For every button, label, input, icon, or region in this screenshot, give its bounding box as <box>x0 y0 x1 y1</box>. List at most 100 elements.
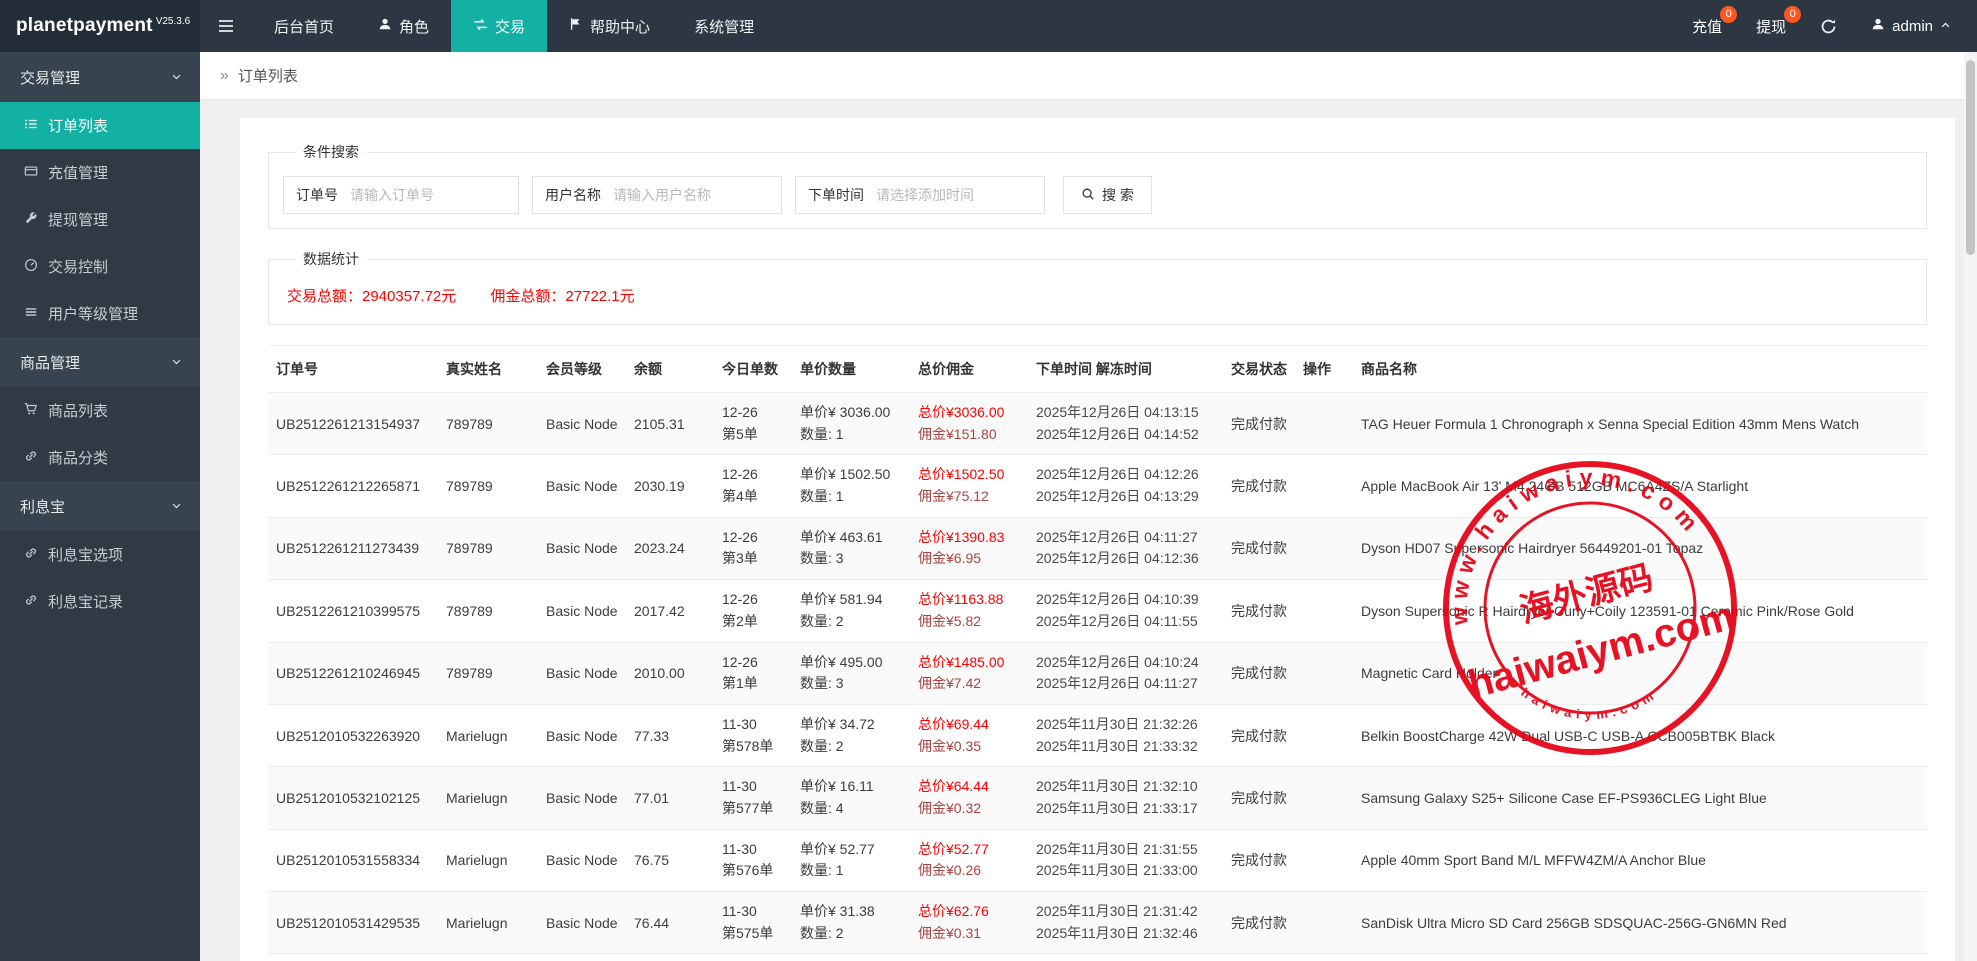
table-row: UB2512010531429535 Marielugn Basic Node … <box>268 892 1927 954</box>
user-name-label: 用户名称 <box>533 185 613 205</box>
cell-product-name: Apple 40mm Sport Band M/L MFFW4ZM/A Anch… <box>1353 829 1927 891</box>
exchange-icon <box>473 17 488 36</box>
cell-action <box>1295 455 1353 517</box>
sidebar-item-label: 充值管理 <box>48 162 108 183</box>
cell-price-qty: 单价¥ 31.38 数量: 2 <box>792 892 910 954</box>
sidebar-item-recharge-management[interactable]: 充值管理 <box>0 149 200 196</box>
cell-trade-status: 完成付款 <box>1223 954 1295 961</box>
cell-balance: 77.01 <box>626 767 714 829</box>
cell-product-name: Dyson Supersonic R Hairdryer Curly+Coily… <box>1353 580 1927 642</box>
total-amount-text: 交易总额：2940357.72元 <box>287 288 456 305</box>
list-icon <box>24 117 38 135</box>
nav-item-system-label: 系统管理 <box>694 16 754 37</box>
link-icon <box>24 449 38 467</box>
cell-price-qty: 单价¥ 463.61 数量: 3 <box>792 517 910 579</box>
chevron-down-icon <box>171 69 182 86</box>
sidebar-item-label: 提现管理 <box>48 209 108 230</box>
table-row: UB2512010531283398 Marielugn Basic Node … <box>268 954 1927 961</box>
person-icon <box>1871 17 1885 35</box>
sidebar-section-label: 利息宝 <box>20 496 65 517</box>
navbar-right: 充值 0 提现 0 admin <box>1692 0 1977 52</box>
cell-action <box>1295 829 1353 891</box>
cell-balance: 76.24 <box>626 954 714 961</box>
sidebar-item-interest-options[interactable]: 利息宝选项 <box>0 531 200 578</box>
table-row: UB2512261211273439 789789 Basic Node 202… <box>268 517 1927 579</box>
sidebar-item-label: 商品分类 <box>48 447 108 468</box>
cell-total-commission: 总价¥1502.50 佣金¥75.12 <box>910 455 1028 517</box>
sidebar-item-user-level-management[interactable]: 用户等级管理 <box>0 290 200 337</box>
admin-username: admin <box>1892 18 1933 35</box>
cell-trade-status: 完成付款 <box>1223 829 1295 891</box>
scrollbar-thumb[interactable] <box>1966 60 1975 255</box>
nav-item-system[interactable]: 系统管理 <box>672 0 776 52</box>
chevron-down-icon <box>171 354 182 371</box>
stats-legend: 数据统计 <box>295 249 367 269</box>
order-time-input[interactable] <box>876 187 1044 203</box>
nav-item-trade[interactable]: 交易 <box>451 0 547 52</box>
cell-product-name: Cellularline Bounce Case Airpods 4 BOUNC… <box>1353 954 1927 961</box>
cell-order-number: UB2512261210399575 <box>268 580 438 642</box>
cell-today-orders: 12-26 第2单 <box>714 580 792 642</box>
person-icon <box>378 17 392 35</box>
recharge-button[interactable]: 充值 0 <box>1692 16 1722 37</box>
refresh-button[interactable] <box>1820 18 1837 35</box>
admin-dropdown[interactable]: admin <box>1871 17 1951 35</box>
cell-price-qty: 单价¥ 52.77 数量: 1 <box>792 829 910 891</box>
table-row: UB2512010532263920 Marielugn Basic Node … <box>268 704 1927 766</box>
withdraw-badge: 0 <box>1784 6 1801 23</box>
col-price-qty: 单价数量 <box>792 346 910 393</box>
cell-trade-status: 完成付款 <box>1223 767 1295 829</box>
commission-amount-text: 佣金总额：27722.1元 <box>490 288 634 305</box>
cell-total-commission: 总价¥40.83 佣金¥0.20 <box>910 954 1028 961</box>
cell-product-name: SanDisk Ultra Micro SD Card 256GB SDSQUA… <box>1353 892 1927 954</box>
cell-order-time: 2025年12月26日 04:13:15 2025年12月26日 04:14:5… <box>1028 393 1223 455</box>
cell-today-orders: 12-26 第5单 <box>714 393 792 455</box>
user-name-input[interactable] <box>613 187 781 203</box>
sidebar-item-order-list[interactable]: 订单列表 <box>0 102 200 149</box>
vertical-scrollbar[interactable] <box>1964 52 1977 961</box>
col-today-orders: 今日单数 <box>714 346 792 393</box>
col-balance: 余额 <box>626 346 714 393</box>
cell-today-orders: 12-26 第1单 <box>714 642 792 704</box>
order-number-input[interactable] <box>350 187 518 203</box>
nav-item-help[interactable]: 帮助中心 <box>547 0 672 52</box>
cell-action <box>1295 517 1353 579</box>
cell-price-qty: 单价¥ 495.00 数量: 3 <box>792 642 910 704</box>
cell-real-name: Marielugn <box>438 767 538 829</box>
cell-trade-status: 完成付款 <box>1223 517 1295 579</box>
top-navbar: planetpayment V25.3.6 后台首页 角色 交易 帮助中心 系统… <box>0 0 1977 52</box>
cell-price-qty: 单价¥ 1502.50 数量: 1 <box>792 455 910 517</box>
cell-today-orders: 11-30 第574单 <box>714 954 792 961</box>
col-total-commission: 总价佣金 <box>910 346 1028 393</box>
cell-order-time: 2025年12月26日 04:10:39 2025年12月26日 04:11:5… <box>1028 580 1223 642</box>
sidebar-section-goods-management[interactable]: 商品管理 <box>0 337 200 387</box>
user-name-group: 用户名称 <box>532 176 782 214</box>
sidebar-item-trade-control[interactable]: 交易控制 <box>0 243 200 290</box>
cell-order-time: 2025年11月30日 21:31:55 2025年11月30日 21:33:0… <box>1028 829 1223 891</box>
hamburger-menu-icon[interactable] <box>200 0 252 52</box>
cell-total-commission: 总价¥62.76 佣金¥0.31 <box>910 892 1028 954</box>
sidebar-section-interest-treasure[interactable]: 利息宝 <box>0 481 200 531</box>
sidebar-item-withdraw-management[interactable]: 提现管理 <box>0 196 200 243</box>
search-button[interactable]: 搜 索 <box>1063 176 1152 214</box>
cell-real-name: 789789 <box>438 393 538 455</box>
wrench-icon <box>24 211 38 229</box>
sidebar-section-trade-management[interactable]: 交易管理 <box>0 52 200 102</box>
cell-balance: 76.44 <box>626 892 714 954</box>
cell-order-number: UB2512010531283398 <box>268 954 438 961</box>
nav-item-help-label: 帮助中心 <box>590 16 650 37</box>
cell-total-commission: 总价¥64.44 佣金¥0.32 <box>910 767 1028 829</box>
sidebar-item-goods-category[interactable]: 商品分类 <box>0 434 200 481</box>
sidebar-item-goods-list[interactable]: 商品列表 <box>0 387 200 434</box>
cell-product-name: Magnetic Card Holder <box>1353 642 1927 704</box>
table-row: UB2512261210246945 789789 Basic Node 201… <box>268 642 1927 704</box>
sidebar-item-interest-records[interactable]: 利息宝记录 <box>0 578 200 625</box>
orders-table: 订单号 真实姓名 会员等级 余额 今日单数 单价数量 总价佣金 下单时间 解冻时… <box>268 345 1927 961</box>
cell-product-name: TAG Heuer Formula 1 Chronograph x Senna … <box>1353 393 1927 455</box>
nav-item-home[interactable]: 后台首页 <box>252 0 356 52</box>
page-title: 订单列表 <box>238 65 298 86</box>
cell-today-orders: 12-26 第4单 <box>714 455 792 517</box>
withdraw-button[interactable]: 提现 0 <box>1756 16 1786 37</box>
nav-item-role[interactable]: 角色 <box>356 0 451 52</box>
gauge-icon <box>24 258 38 276</box>
